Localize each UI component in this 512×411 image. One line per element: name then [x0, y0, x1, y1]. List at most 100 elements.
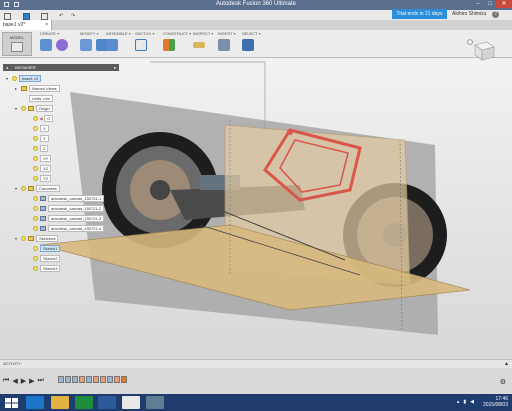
tree-item-sketch[interactable]: Sketch2 — [33, 255, 61, 263]
sketch-icon[interactable] — [135, 39, 147, 51]
visibility-bulb-icon[interactable] — [33, 266, 38, 272]
redo-icon[interactable]: ↷ — [71, 13, 78, 20]
tree-item-units[interactable]: Units: mm — [29, 95, 53, 103]
clock[interactable]: 17:46 2015/08/03 — [483, 396, 508, 408]
help-icon[interactable]: ? — [492, 11, 499, 18]
collapse-icon[interactable]: ◂ — [6, 64, 8, 71]
close-icon[interactable]: ✕ — [496, 0, 512, 8]
user-menu[interactable]: Akihiro Shimizu — [452, 11, 486, 17]
sketch-group[interactable]: SKETCH ▾ — [135, 31, 154, 57]
sphere-icon[interactable] — [56, 39, 68, 51]
visibility-bulb-icon[interactable] — [33, 216, 38, 222]
timeline-canvas-feature[interactable] — [65, 376, 71, 383]
select-group[interactable]: SELECT ▾ — [242, 31, 261, 57]
excel-icon[interactable] — [75, 396, 93, 409]
workspace-switcher[interactable]: MODEL — [2, 32, 32, 56]
measure-icon[interactable] — [193, 42, 205, 48]
grid-menu-icon[interactable] — [4, 13, 11, 20]
tree-root[interactable]: ▾ base1 v2 — [6, 75, 42, 83]
inspect-group[interactable]: INSPECT ▾ — [193, 31, 213, 57]
visibility-bulb-icon[interactable] — [33, 206, 38, 212]
visibility-bulb-icon[interactable] — [33, 256, 38, 262]
visibility-bulb-icon[interactable] — [33, 226, 38, 232]
trial-button[interactable]: Trial ends in 21 days — [392, 9, 447, 19]
step-back-icon[interactable]: ◀ — [12, 377, 17, 385]
timeline-canvas-feature[interactable] — [86, 376, 92, 383]
tree-item-x-axis[interactable]: X — [33, 125, 49, 133]
press-pull-icon[interactable] — [80, 39, 92, 51]
go-to-end-icon[interactable]: ⏭ — [37, 377, 43, 385]
timeline-canvas-feature[interactable] — [58, 376, 64, 383]
step-forward-icon[interactable]: ▶ — [29, 377, 34, 385]
timeline-canvas-feature[interactable] — [107, 376, 113, 383]
tree-item-y-axis[interactable]: Y — [33, 135, 49, 143]
go-to-start-icon[interactable]: ⏮ — [3, 377, 9, 385]
activity-bar[interactable]: ACTIVITY ▴ — [0, 359, 512, 368]
timeline-settings-icon[interactable]: ⚙ — [500, 378, 506, 386]
maximize-icon[interactable]: □ — [484, 0, 496, 8]
tree-item-named-views[interactable]: ▸ Named Views — [15, 85, 60, 93]
tree-item-canvases[interactable]: ▾ Canvases — [15, 185, 60, 193]
ie-icon[interactable] — [26, 396, 44, 409]
timeline-sketch-feature[interactable] — [79, 376, 85, 383]
tree-item-canvas[interactable]: autodesk_canvas_150721-2 — [33, 205, 105, 213]
volume-icon[interactable]: ◀ — [470, 399, 474, 405]
visibility-bulb-icon[interactable] — [33, 136, 38, 142]
timeline-sketch-feature[interactable] — [100, 376, 106, 383]
undo-icon[interactable]: ↶ — [59, 13, 66, 20]
select-icon[interactable] — [242, 39, 254, 51]
document-tab[interactable]: base1 v2* × — [0, 20, 52, 30]
tree-item-sketches[interactable]: ▾ Sketches — [15, 235, 59, 243]
tree-item-xy-plane[interactable]: XY — [33, 155, 52, 163]
start-icon[interactable] — [4, 397, 20, 409]
tree-item-xz-plane[interactable]: XZ — [33, 165, 52, 173]
construct-plane-icon[interactable] — [163, 39, 175, 51]
visibility-bulb-icon[interactable] — [33, 116, 38, 122]
create-group[interactable]: CREATE ▾ — [40, 31, 68, 57]
close-tab-icon[interactable]: × — [45, 20, 48, 30]
snipping-tool-icon[interactable] — [146, 396, 164, 409]
assemble-group[interactable]: ASSEMBLE ▾ — [106, 31, 131, 57]
timeline-marker[interactable] — [121, 376, 127, 383]
gear-icon[interactable]: ● — [114, 64, 116, 71]
browser-header[interactable]: ◂ BROWSER ● — [3, 64, 119, 71]
network-icon[interactable]: ▮ — [463, 399, 466, 405]
tree-item-canvas[interactable]: autodesk_canvas_150721-4 — [33, 225, 105, 233]
insert-group[interactable]: INSERT ▾ — [218, 31, 236, 57]
tree-item-sketch[interactable]: Sketch3 — [33, 265, 61, 273]
tree-item-origin[interactable]: ▾ Origin — [15, 105, 53, 113]
visibility-bulb-icon[interactable] — [33, 156, 38, 162]
visibility-bulb-icon[interactable] — [21, 236, 26, 242]
activity-expand-icon[interactable]: ▴ — [505, 360, 508, 367]
tree-item-canvas[interactable]: autodesk_canvas_150721-1 — [33, 195, 105, 203]
timeline-canvas-feature[interactable] — [72, 376, 78, 383]
construct-group[interactable]: CONSTRUCT ▾ — [163, 31, 191, 57]
visibility-bulb-icon[interactable] — [21, 106, 26, 112]
visibility-bulb-icon[interactable] — [12, 76, 17, 82]
tree-item-yz-plane[interactable]: YZ — [33, 175, 52, 183]
visibility-bulb-icon[interactable] — [33, 196, 38, 202]
visibility-bulb-icon[interactable] — [21, 186, 26, 192]
tree-item-z-axis[interactable]: Z — [33, 145, 49, 153]
modify-group[interactable]: MODIFY ▾ — [80, 31, 108, 57]
visibility-bulb-icon[interactable] — [33, 146, 38, 152]
box-icon[interactable] — [40, 39, 52, 51]
visibility-bulb-icon[interactable] — [33, 126, 38, 132]
fusion-360-icon[interactable] — [122, 396, 140, 409]
tree-item-canvas[interactable]: autodesk_canvas_150721-3 — [33, 215, 105, 223]
joint-icon[interactable] — [106, 39, 118, 51]
visibility-bulb-icon[interactable] — [33, 176, 38, 182]
timeline-sketch-feature[interactable] — [114, 376, 120, 383]
visibility-bulb-icon[interactable] — [33, 246, 38, 252]
visibility-bulb-icon[interactable] — [33, 166, 38, 172]
chevron-up-icon[interactable]: ▴ — [457, 399, 460, 405]
insert-image-icon[interactable] — [218, 39, 230, 51]
word-icon[interactable] — [98, 396, 116, 409]
save-icon[interactable] — [41, 13, 48, 20]
view-cube[interactable] — [466, 38, 500, 62]
minimize-icon[interactable]: – — [472, 0, 484, 8]
data-panel-icon[interactable] — [23, 13, 30, 20]
tree-item-origin-point[interactable]: ◆ O — [33, 115, 54, 123]
file-explorer-icon[interactable] — [51, 396, 69, 409]
tree-item-sketch[interactable]: Sketch1 — [33, 245, 61, 253]
